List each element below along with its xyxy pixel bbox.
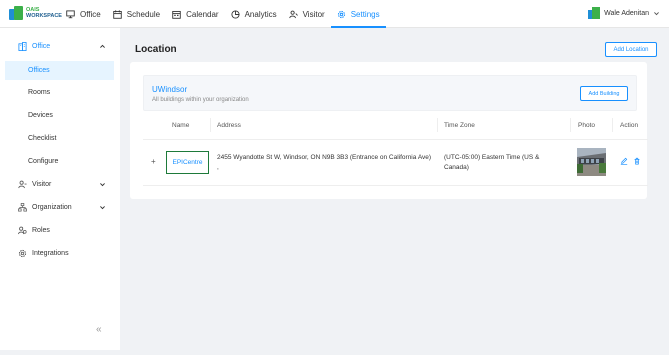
column-header-name: Name — [172, 122, 190, 129]
delete-icon[interactable] — [633, 157, 641, 165]
logo-line2: WORKSPACE — [26, 13, 62, 19]
sidebar-item-visitor-label: Visitor — [32, 181, 52, 188]
nav-schedule[interactable]: Schedule — [107, 0, 166, 28]
org-icon — [18, 203, 27, 212]
calendar-grid-icon — [172, 10, 181, 19]
sidebar-item-checklist[interactable]: Checklist — [5, 129, 114, 148]
sidebar-item-organization[interactable]: Organization — [5, 198, 114, 217]
nav-visitor-label: Visitor — [302, 9, 325, 19]
sidebar-item-roles-label: Roles — [32, 227, 50, 234]
nav-analytics-label: Analytics — [244, 9, 277, 19]
monitor-icon — [66, 9, 75, 19]
add-building-button[interactable]: Add Building — [580, 86, 628, 101]
column-separator — [437, 118, 438, 132]
visitor-icon — [288, 10, 298, 19]
sidebar: Office Offices Rooms Devices Checklist C… — [0, 28, 120, 350]
building-icon — [18, 42, 27, 51]
sidebar-item-configure[interactable]: Configure — [5, 152, 114, 171]
avatar — [588, 7, 601, 19]
organization-header: UWindsor All buildings within your organ… — [143, 75, 637, 111]
calendar-icon — [113, 9, 122, 19]
sidebar-item-office[interactable]: Office — [5, 37, 114, 56]
column-header-action: Action — [620, 122, 639, 129]
nav-schedule-label: Schedule — [126, 9, 161, 19]
sidebar-item-offices[interactable]: Offices — [5, 61, 114, 80]
sidebar-item-devices[interactable]: Devices — [5, 106, 114, 125]
sidebar-item-rooms[interactable]: Rooms — [5, 83, 114, 102]
organization-name[interactable]: UWindsor — [152, 85, 187, 94]
column-separator — [570, 118, 571, 132]
sidebar-item-integrations[interactable]: Integrations — [5, 244, 114, 263]
chevron-down-icon — [654, 11, 659, 15]
user-menu[interactable]: Wale Adenitan — [588, 7, 660, 19]
logo-mark — [9, 6, 23, 20]
add-location-button[interactable]: Add Location — [605, 42, 657, 57]
building-photo[interactable] — [577, 148, 606, 176]
nav-visitor[interactable]: Visitor — [283, 0, 331, 28]
page-title: Location — [135, 44, 177, 55]
collapse-sidebar-button[interactable]: « — [96, 324, 102, 335]
nav-calendar-label: Calendar — [186, 9, 219, 19]
sidebar-item-integrations-label: Integrations — [32, 250, 69, 257]
nav-office-label: Office — [80, 9, 101, 19]
nav-office[interactable]: Office — [60, 0, 107, 28]
app-logo[interactable]: OAIS WORKSPACE — [9, 6, 62, 20]
edit-icon[interactable] — [620, 157, 628, 165]
sidebar-item-organization-label: Organization — [32, 204, 72, 211]
sidebar-item-roles[interactable]: Roles — [5, 221, 114, 240]
gear-icon — [18, 249, 27, 258]
organization-subtitle: All buildings within your organization — [152, 97, 249, 103]
user-name: Wale Adenitan — [604, 9, 649, 17]
sidebar-item-visitor[interactable]: Visitor — [5, 175, 114, 194]
nav-settings[interactable]: Settings — [330, 0, 386, 28]
column-header-photo: Photo — [578, 122, 595, 129]
chevron-down-icon — [100, 206, 105, 210]
nav-settings-label: Settings — [350, 9, 380, 19]
column-separator — [210, 118, 211, 132]
building-address: 2455 Wyandotte St W, Windsor, ON N9B 3B3… — [217, 154, 432, 171]
user-icon — [18, 180, 27, 189]
expand-row-button[interactable]: + — [151, 157, 156, 166]
building-timezone: (UTC-05:00) Eastern Time (US & Canada) — [444, 154, 540, 171]
roles-icon — [18, 226, 27, 235]
pie-chart-icon — [231, 9, 240, 19]
chevron-up-icon — [100, 44, 105, 48]
sidebar-item-office-label: Office — [32, 43, 51, 50]
top-navigation-bar: OAIS WORKSPACE Office Schedule Calendar … — [0, 0, 669, 28]
chevron-down-icon — [100, 183, 105, 187]
table-row-divider — [143, 185, 648, 186]
building-name-link[interactable]: EPICentre — [166, 151, 209, 174]
main-nav: Office Schedule Calendar Analytics Visit… — [60, 0, 386, 28]
column-separator — [612, 118, 613, 132]
table-header-divider — [143, 139, 648, 140]
nav-analytics[interactable]: Analytics — [225, 0, 283, 28]
gear-icon — [337, 10, 346, 19]
column-header-timezone: Time Zone — [444, 122, 475, 129]
nav-calendar[interactable]: Calendar — [166, 0, 224, 28]
column-header-address: Address — [217, 122, 241, 129]
